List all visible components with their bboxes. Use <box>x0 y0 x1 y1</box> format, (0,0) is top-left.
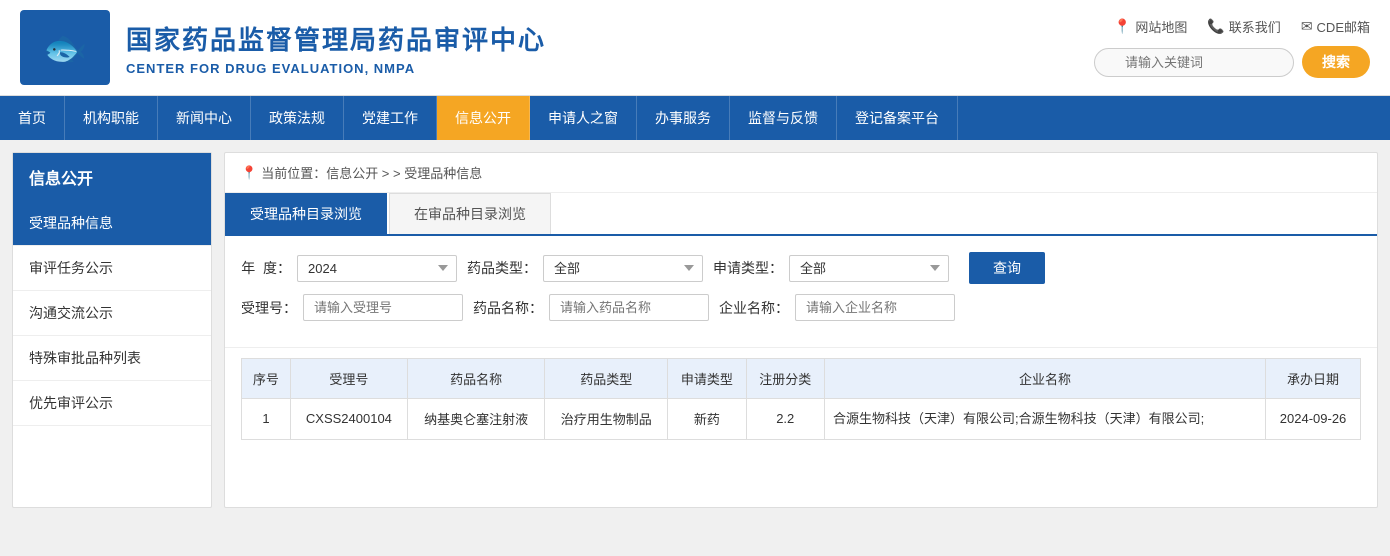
nav-org[interactable]: 机构职能 <box>65 96 158 140</box>
drug-name-group: 药品名称： <box>473 294 709 321</box>
receipt-no-input[interactable] <box>303 294 463 321</box>
year-label: 年 度： <box>241 258 291 278</box>
nav-party[interactable]: 党建工作 <box>344 96 437 140</box>
nav-policy[interactable]: 政策法规 <box>251 96 344 140</box>
cell-date: 2024-09-26 <box>1266 399 1361 440</box>
email-icon: ✉ <box>1301 18 1313 35</box>
receipt-no-group: 受理号： <box>241 294 463 321</box>
filter-row-1: 年 度： 2024 2023 2022 2021 2020 药品类型： 全部 化… <box>241 252 1361 284</box>
company-name-label: 企业名称： <box>719 298 789 318</box>
table-row: 1 CXSS2400104 纳基奥仑塞注射液 治疗用生物制品 新药 2.2 合源… <box>242 399 1361 440</box>
filter-row-2: 受理号： 药品名称： 企业名称： <box>241 294 1361 321</box>
sidebar-item-special-review[interactable]: 特殊审批品种列表 <box>13 336 211 381</box>
sidebar-item-priority-review[interactable]: 优先审评公示 <box>13 381 211 426</box>
contact-label: 联系我们 <box>1229 17 1281 36</box>
logo-box: 🐟 <box>20 10 110 85</box>
company-name-group: 企业名称： <box>719 294 955 321</box>
col-company: 企业名称 <box>824 359 1265 399</box>
table-area: 序号 受理号 药品名称 药品类型 申请类型 注册分类 企业名称 承办日期 1 C… <box>225 358 1377 456</box>
content-wrapper: 信息公开 受理品种信息 审评任务公示 沟通交流公示 特殊审批品种列表 优先审评公… <box>0 140 1390 520</box>
search-wrapper: 🔍 <box>1094 48 1294 77</box>
filter-area: 年 度： 2024 2023 2022 2021 2020 药品类型： 全部 化… <box>225 236 1377 348</box>
sitemap-label: 网站地图 <box>1135 17 1187 36</box>
col-seq: 序号 <box>242 359 291 399</box>
nav-home[interactable]: 首页 <box>0 96 65 140</box>
breadcrumb-icon: 📍 <box>241 165 257 181</box>
header-left: 🐟 国家药品监督管理局药品审评中心 CENTER FOR DRUG EVALUA… <box>20 10 546 85</box>
main-content: 📍 当前位置：信息公开 > > 受理品种信息 受理品种目录浏览 在审品种目录浏览… <box>224 152 1378 508</box>
nav-supervision[interactable]: 监督与反馈 <box>730 96 837 140</box>
sidebar-item-review-tasks[interactable]: 审评任务公示 <box>13 246 211 291</box>
results-table: 序号 受理号 药品名称 药品类型 申请类型 注册分类 企业名称 承办日期 1 C… <box>241 358 1361 440</box>
nav-info[interactable]: 信息公开 <box>437 96 530 140</box>
col-drug-type: 药品类型 <box>545 359 668 399</box>
page-header: 🐟 国家药品监督管理局药品审评中心 CENTER FOR DRUG EVALUA… <box>0 0 1390 96</box>
drug-name-input[interactable] <box>549 294 709 321</box>
tabs: 受理品种目录浏览 在审品种目录浏览 <box>225 193 1377 236</box>
cell-drug-type: 治疗用生物制品 <box>545 399 668 440</box>
main-nav: 首页 机构职能 新闻中心 政策法规 党建工作 信息公开 申请人之窗 办事服务 监… <box>0 96 1390 140</box>
sidebar-title: 信息公开 <box>13 153 211 201</box>
receipt-no-label: 受理号： <box>241 298 297 318</box>
sidebar-item-accepted[interactable]: 受理品种信息 <box>13 201 211 246</box>
contact-link[interactable]: 📞 联系我们 <box>1207 17 1280 36</box>
query-button[interactable]: 查询 <box>969 252 1045 284</box>
breadcrumb-text: 当前位置：信息公开 > > 受理品种信息 <box>261 163 482 182</box>
breadcrumb: 📍 当前位置：信息公开 > > 受理品种信息 <box>225 153 1377 193</box>
drug-name-label: 药品名称： <box>473 298 543 318</box>
col-apply-type: 申请类型 <box>668 359 746 399</box>
sitemap-link[interactable]: 📍 网站地图 <box>1114 17 1187 36</box>
apply-type-select[interactable]: 全部 新药 仿制药 进口药 <box>789 255 949 282</box>
logo-fish-icon: 🐟 <box>43 27 88 69</box>
tab-review-browse[interactable]: 在审品种目录浏览 <box>389 193 551 234</box>
year-select[interactable]: 2024 2023 2022 2021 2020 <box>297 255 457 282</box>
col-reg-class: 注册分类 <box>746 359 824 399</box>
tab-accepted-browse[interactable]: 受理品种目录浏览 <box>225 193 387 234</box>
cell-apply-type: 新药 <box>668 399 746 440</box>
email-label: CDE邮箱 <box>1317 17 1370 36</box>
logo-en-text: CENTER FOR DRUG EVALUATION, NMPA <box>126 61 546 76</box>
nav-applicant[interactable]: 申请人之窗 <box>530 96 637 140</box>
drug-type-label: 药品类型： <box>467 258 537 278</box>
apply-type-group: 申请类型： 全部 新药 仿制药 进口药 <box>713 255 949 282</box>
drug-type-select[interactable]: 全部 化学药 生物制品 中药 <box>543 255 703 282</box>
drug-type-group: 药品类型： 全部 化学药 生物制品 中药 <box>467 255 703 282</box>
phone-icon: 📞 <box>1207 18 1224 35</box>
apply-type-label: 申请类型： <box>713 258 783 278</box>
search-bar: 🔍 搜索 <box>1094 46 1370 78</box>
header-right: 📍 网站地图 📞 联系我们 ✉ CDE邮箱 🔍 搜索 <box>1094 17 1370 78</box>
email-link[interactable]: ✉ CDE邮箱 <box>1301 17 1370 36</box>
cell-receipt-no: CXSS2400104 <box>290 399 407 440</box>
logo-text: 国家药品监督管理局药品审评中心 CENTER FOR DRUG EVALUATI… <box>126 20 546 76</box>
company-name-input[interactable] <box>795 294 955 321</box>
sidebar: 信息公开 受理品种信息 审评任务公示 沟通交流公示 特殊审批品种列表 优先审评公… <box>12 152 212 508</box>
search-button[interactable]: 搜索 <box>1302 46 1370 78</box>
search-input[interactable] <box>1094 48 1294 77</box>
location-icon: 📍 <box>1114 18 1131 35</box>
nav-register[interactable]: 登记备案平台 <box>837 96 958 140</box>
year-group: 年 度： 2024 2023 2022 2021 2020 <box>241 255 457 282</box>
cell-drug-name: 纳基奥仑塞注射液 <box>407 399 545 440</box>
cell-seq: 1 <box>242 399 291 440</box>
col-drug-name: 药品名称 <box>407 359 545 399</box>
sidebar-item-communication[interactable]: 沟通交流公示 <box>13 291 211 336</box>
cell-company: 合源生物科技（天津）有限公司;合源生物科技（天津）有限公司; <box>824 399 1265 440</box>
logo-cn-text: 国家药品监督管理局药品审评中心 <box>126 20 546 57</box>
table-header-row: 序号 受理号 药品名称 药品类型 申请类型 注册分类 企业名称 承办日期 <box>242 359 1361 399</box>
nav-news[interactable]: 新闻中心 <box>158 96 251 140</box>
nav-service[interactable]: 办事服务 <box>637 96 730 140</box>
col-receipt: 受理号 <box>290 359 407 399</box>
cell-reg-class: 2.2 <box>746 399 824 440</box>
header-links: 📍 网站地图 📞 联系我们 ✉ CDE邮箱 <box>1114 17 1370 36</box>
col-date: 承办日期 <box>1266 359 1361 399</box>
